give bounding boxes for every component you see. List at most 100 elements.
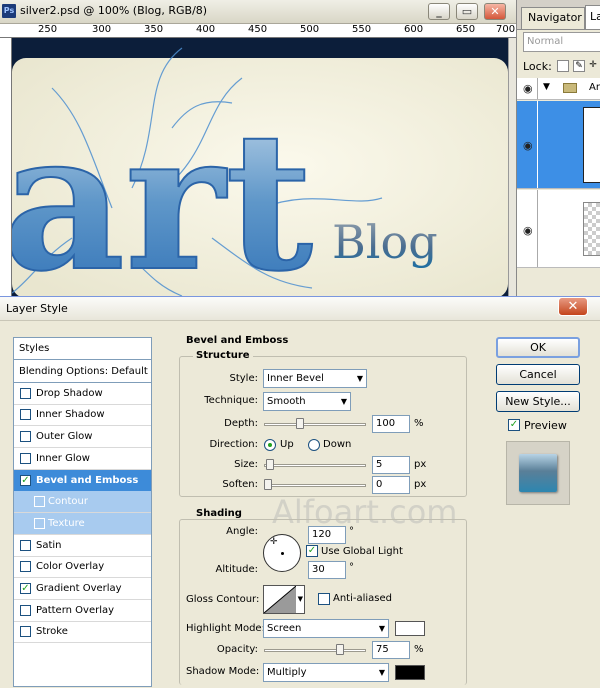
- direction-up-radio[interactable]: [264, 439, 276, 451]
- style-item-gradient-overlay[interactable]: ✓ Gradient Overlay: [14, 578, 151, 600]
- shadow-color-swatch[interactable]: [395, 665, 425, 680]
- style-select[interactable]: Inner Bevel ▼: [263, 369, 367, 388]
- global-light-checkbox[interactable]: ✓: [306, 545, 318, 557]
- blend-mode-select[interactable]: Normal: [523, 32, 600, 52]
- style-checkbox[interactable]: [20, 387, 31, 399]
- preview-checkbox[interactable]: ✓: [508, 419, 520, 431]
- preview-bevel-sample: [519, 454, 557, 492]
- restore-button[interactable]: ▭: [456, 3, 478, 20]
- style-checkbox[interactable]: [20, 604, 31, 616]
- size-unit: px: [414, 459, 427, 470]
- close-button[interactable]: ✕: [484, 3, 506, 20]
- highlight-color-swatch[interactable]: [395, 621, 425, 636]
- style-item-label: Inner Glow: [36, 452, 90, 464]
- style-item-label: Stroke: [36, 626, 68, 638]
- opacity-slider-track[interactable]: [264, 649, 366, 652]
- style-item-outer-glow[interactable]: Outer Glow: [14, 426, 151, 449]
- lock-transparency-icon[interactable]: [557, 60, 569, 72]
- style-item-label: Texture: [48, 517, 85, 529]
- ok-button[interactable]: OK: [496, 337, 580, 358]
- angle-dial[interactable]: ✛: [263, 534, 301, 572]
- depth-input[interactable]: 100: [372, 415, 410, 433]
- direction-down-radio[interactable]: [308, 439, 320, 451]
- layer-thumbnail: [583, 107, 600, 183]
- eye-icon[interactable]: ◉: [523, 225, 537, 236]
- gloss-contour-picker[interactable]: ▼: [263, 585, 305, 614]
- soften-unit: px: [414, 479, 427, 490]
- section-title: Bevel and Emboss: [186, 335, 289, 346]
- style-checkbox[interactable]: [20, 409, 31, 421]
- side-panels: Navigator Layers Normal Lock: ✎ ✛ ◉ ▼ Ar…: [516, 0, 600, 296]
- style-item-color-overlay[interactable]: Color Overlay: [14, 556, 151, 579]
- dialog-title: Layer Style: [6, 302, 68, 315]
- angle-unit: °: [349, 526, 354, 537]
- cancel-button[interactable]: Cancel: [496, 364, 580, 385]
- technique-select[interactable]: Smooth ▼: [263, 392, 351, 411]
- style-checkbox[interactable]: [20, 452, 31, 464]
- altitude-input[interactable]: 30: [308, 561, 346, 579]
- style-checkbox[interactable]: [20, 626, 31, 638]
- styles-header[interactable]: Styles: [14, 338, 151, 360]
- dialog-close-button[interactable]: ✕: [558, 297, 588, 316]
- depth-slider-thumb[interactable]: [296, 418, 304, 429]
- eye-icon[interactable]: ◉: [523, 140, 537, 151]
- style-item-contour[interactable]: Contour: [14, 491, 151, 514]
- style-checkbox[interactable]: [20, 539, 31, 551]
- style-checkbox[interactable]: [20, 561, 31, 573]
- style-item-stroke[interactable]: Stroke: [14, 621, 151, 644]
- style-item-inner-shadow[interactable]: Inner Shadow: [14, 404, 151, 427]
- style-select-value: Inner Bevel: [267, 373, 324, 384]
- expand-triangle-icon[interactable]: ▼: [543, 82, 550, 92]
- document-window: Ps silver2.psd @ 100% (Blog, RGB/8) _ ▭ …: [0, 0, 516, 296]
- ruler-label: 400: [196, 24, 216, 35]
- angle-input[interactable]: 120: [308, 526, 346, 544]
- direction-label: Direction:: [209, 439, 258, 450]
- shadow-mode-select[interactable]: Multiply ▼: [263, 663, 389, 682]
- style-item-drop-shadow[interactable]: Drop Shadow: [14, 383, 151, 405]
- soften-label: Soften:: [222, 479, 258, 490]
- direction-down-label: Down: [323, 439, 352, 450]
- size-input[interactable]: 5: [372, 456, 410, 474]
- tab-navigator[interactable]: Navigator: [521, 7, 585, 29]
- layer-row-selected[interactable]: ◉: [517, 101, 600, 189]
- style-checkbox[interactable]: ✓: [20, 474, 31, 486]
- style-item-bevel-and-emboss[interactable]: ✓ Bevel and Emboss: [14, 469, 151, 492]
- layer-group-row[interactable]: ◉ ▼ Ar: [517, 78, 600, 100]
- style-checkbox[interactable]: [34, 496, 45, 508]
- dialog-titlebar[interactable]: Layer Style ✕: [0, 297, 600, 321]
- style-item-blending-options-default[interactable]: Blending Options: Default: [14, 361, 151, 383]
- document-canvas[interactable]: art Blog: [12, 38, 508, 296]
- minimize-button[interactable]: _: [428, 3, 450, 20]
- style-item-texture[interactable]: Texture: [14, 512, 151, 535]
- lock-position-icon[interactable]: ✛: [587, 60, 599, 72]
- soften-slider-thumb[interactable]: [264, 479, 272, 490]
- layer-row[interactable]: ◉: [517, 190, 600, 268]
- document-titlebar[interactable]: Ps silver2.psd @ 100% (Blog, RGB/8) _ ▭ …: [0, 0, 516, 24]
- soften-slider-track[interactable]: [264, 484, 366, 487]
- style-item-inner-glow[interactable]: Inner Glow: [14, 448, 151, 470]
- ruler-label: 700: [496, 24, 516, 35]
- opacity-slider-thumb[interactable]: [336, 644, 344, 655]
- size-slider-thumb[interactable]: [266, 459, 274, 470]
- style-checkbox[interactable]: [34, 517, 45, 529]
- document-title: silver2.psd @ 100% (Blog, RGB/8): [20, 4, 208, 17]
- new-style-button[interactable]: New Style...: [496, 391, 580, 412]
- depth-slider-track[interactable]: [264, 423, 366, 426]
- soften-input[interactable]: 0: [372, 476, 410, 494]
- shading-title: Shading: [193, 508, 245, 519]
- style-checkbox[interactable]: [20, 431, 31, 443]
- style-checkbox[interactable]: ✓: [20, 583, 31, 594]
- lock-pixels-icon[interactable]: ✎: [573, 60, 585, 72]
- anti-aliased-checkbox[interactable]: [318, 593, 330, 605]
- style-item-pattern-overlay[interactable]: Pattern Overlay: [14, 600, 151, 622]
- size-slider-track[interactable]: [264, 464, 366, 467]
- eye-icon[interactable]: ◉: [523, 83, 537, 94]
- layer-divider: [537, 78, 538, 99]
- style-item-satin[interactable]: Satin: [14, 535, 151, 557]
- tab-layers[interactable]: Layers: [585, 5, 600, 29]
- highlight-mode-select[interactable]: Screen ▼: [263, 619, 389, 638]
- highlight-mode-label: Highlight Mode:: [186, 623, 265, 634]
- style-item-label: Satin: [36, 539, 62, 551]
- document-scrollbar[interactable]: [508, 38, 516, 296]
- opacity-input[interactable]: 75: [372, 641, 410, 659]
